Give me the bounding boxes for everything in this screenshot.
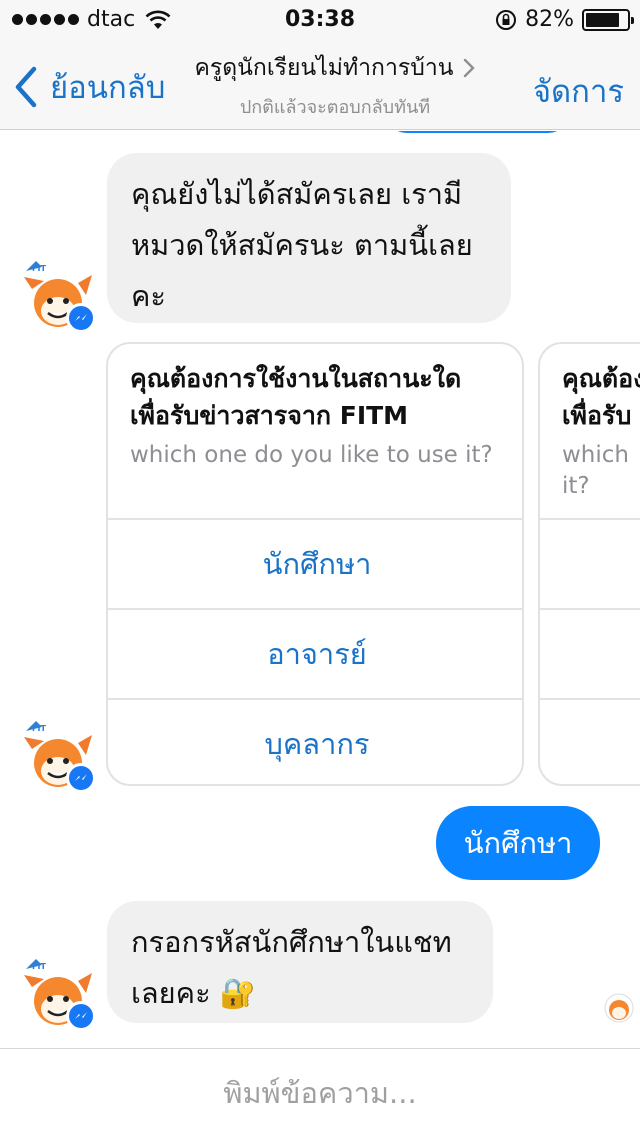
back-label: ย้อนกลับ [50,70,166,106]
card-subtitle: which one do you like to use it? [130,442,493,468]
manage-button[interactable]: จัดการ [533,66,624,116]
card-title: คุณต้อง เพื่อรับ [562,360,640,434]
messenger-bolt-icon [75,774,87,781]
card-title-line: คุณต้องการใช้งานในสถานะใด [130,364,462,393]
message-text: เลยคะ [131,976,211,1010]
outgoing-message-bubble: นักศึกษา [436,806,600,880]
message-input[interactable]: พิมพ์ข้อความ... [223,1070,416,1116]
conversation-title[interactable]: ครูดุนักเรียนไม่ทำการบ้าน ปกติแล้วจะตอบก… [175,50,495,121]
previous-message-bubble [385,131,570,133]
messenger-badge-icon [66,1001,96,1031]
battery-icon [582,8,634,31]
messenger-bolt-icon [75,1012,87,1019]
messenger-bolt-icon [75,314,87,321]
option-student-button[interactable]: นักศึกษา [108,518,522,608]
message-line: กรอกรหัสนักศึกษาในแชท [131,925,452,959]
message-line: เลยคะ 🔐 [131,968,469,1019]
chevron-right-icon [464,58,476,78]
status-bar: dtac 03:38 82% [0,0,640,40]
page-subtitle: ปกติแล้วจะตอบกลับทันที [239,97,431,118]
messenger-badge-icon [66,303,96,333]
option-staff-button[interactable]: บุคลากร [108,698,522,784]
card-title-line: คุณต้อง [562,364,640,393]
card-subtitle-line: it? [562,473,590,499]
page-title: ครูดุนักเรียนไม่ทำการบ้าน [194,55,454,81]
card-option-divider [540,518,640,608]
status-right: 82% [495,7,634,32]
avatar-badge-text: FIT [32,724,46,733]
card-title-line: เพื่อรับ [562,401,632,430]
message-line: หมวดให้สมัครนะ ตามนี้เลย [131,228,473,262]
generic-template-card-next[interactable]: คุณต้อง เพื่อรับ which it? [538,342,640,786]
bot-avatar[interactable]: FIT [22,719,96,793]
incoming-message-bubble: คุณยังไม่ได้สมัครเลย เรามี หมวดให้สมัครน… [107,153,511,323]
card-title: คุณต้องการใช้งานในสถานะใด เพื่อรับข่าวสา… [130,360,510,434]
card-subtitle-line: which [562,442,630,468]
battery-fill [586,12,619,27]
avatar-badge-text: FIT [32,962,46,971]
read-receipt-avatar-icon [604,993,634,1023]
back-button[interactable]: ย้อนกลับ [14,62,165,112]
bot-avatar[interactable]: FIT [22,259,96,333]
card-option-divider [540,608,640,698]
lock-emoji-icon: 🔐 [219,976,256,1010]
navigation-bar: ย้อนกลับ ครูดุนักเรียนไม่ทำการบ้าน ปกติแ… [0,40,640,130]
message-line: คะ [131,279,166,313]
messenger-badge-icon [66,763,96,793]
avatar-badge-text: FIT [32,264,46,273]
card-subtitle: which it? [562,440,640,502]
option-teacher-button[interactable]: อาจารย์ [108,608,522,698]
message-composer[interactable]: พิมพ์ข้อความ... [0,1048,640,1136]
chevron-left-icon [15,66,37,108]
bot-avatar[interactable]: FIT [22,957,96,1031]
card-title-line: เพื่อรับข่าวสารจาก FITM [130,401,409,430]
message-line: คุณยังไม่ได้สมัครเลย เรามี [131,177,463,211]
incoming-message-bubble: กรอกรหัสนักศึกษาในแชท เลยคะ 🔐 [107,901,493,1023]
generic-template-card: คุณต้องการใช้งานในสถานะใด เพื่อรับข่าวสา… [106,342,524,786]
chat-thread[interactable]: คุณยังไม่ได้สมัครเลย เรามี หมวดให้สมัครน… [0,131,640,1048]
rotation-lock-icon [496,9,517,30]
card-option-divider [540,698,640,784]
battery-percent: 82% [525,7,574,32]
